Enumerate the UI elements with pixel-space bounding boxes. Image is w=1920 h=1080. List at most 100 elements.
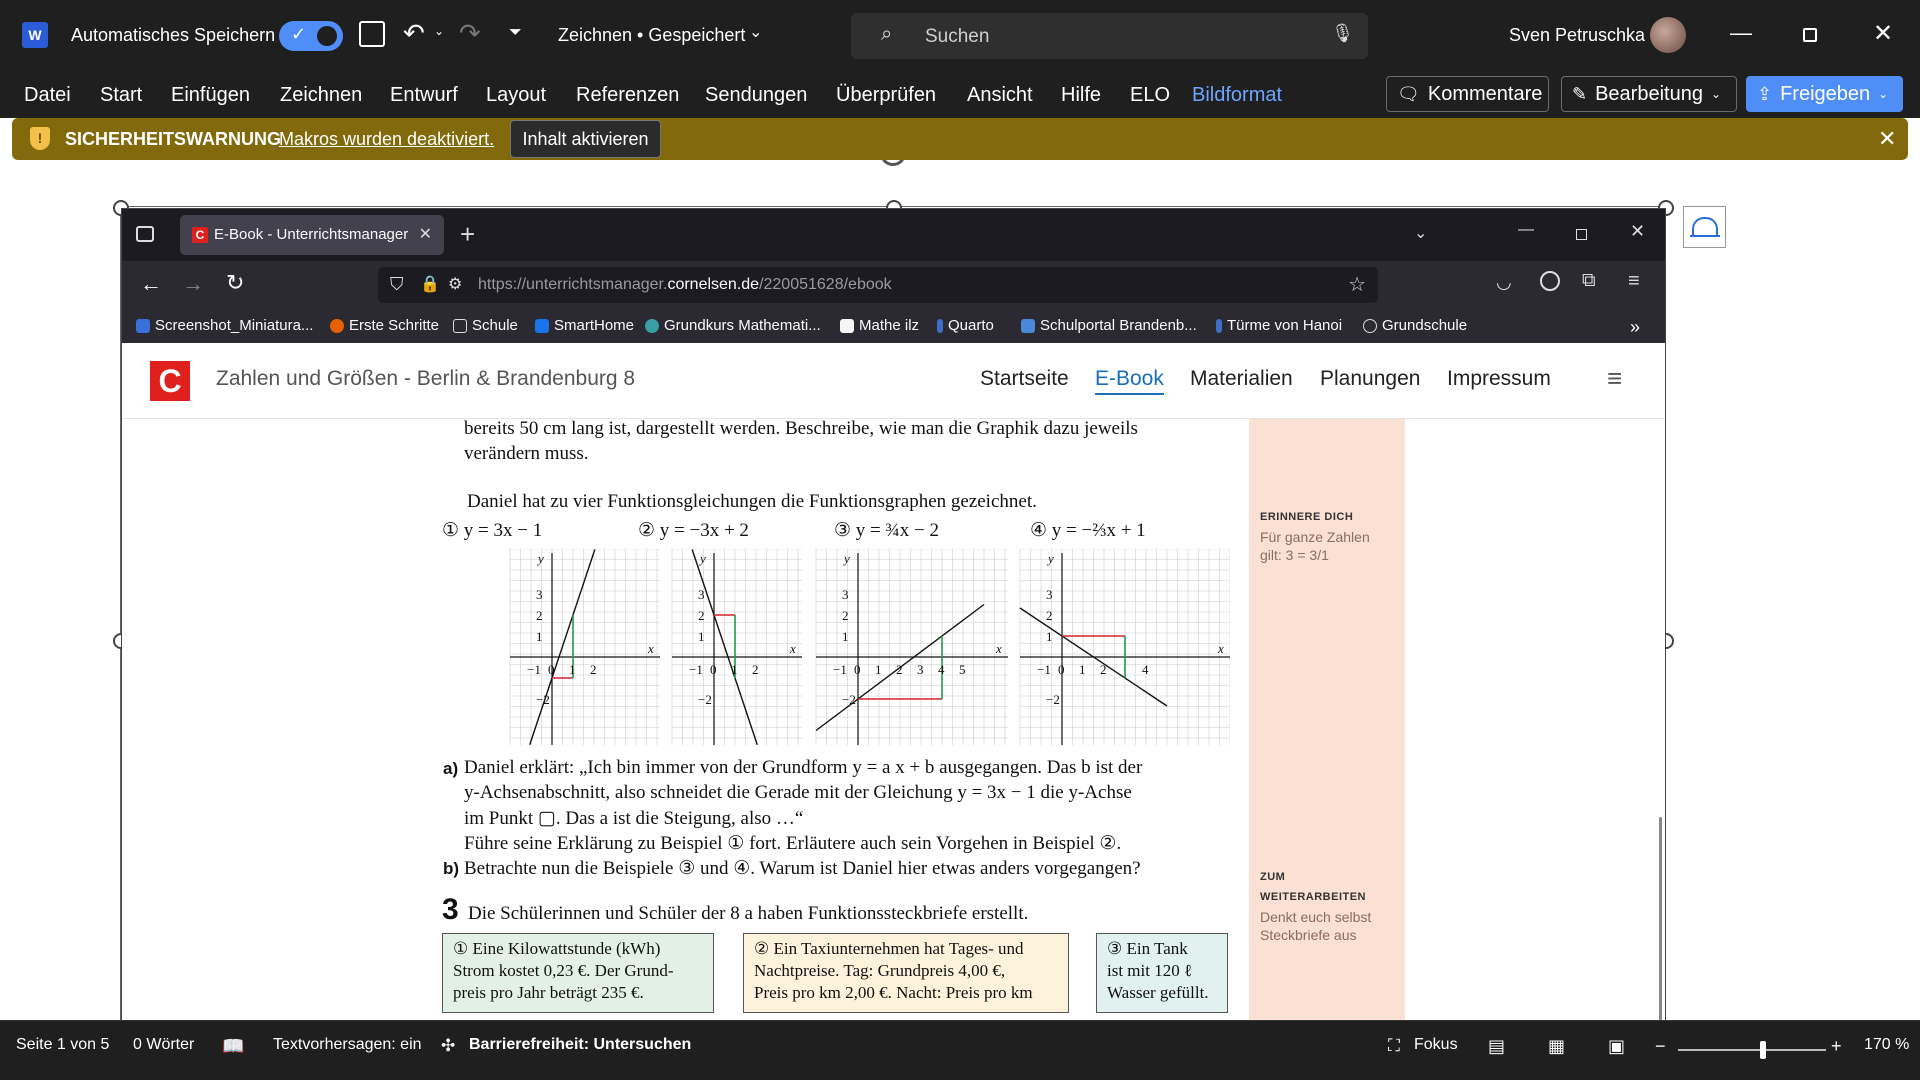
tab-start[interactable]: Start xyxy=(100,84,142,107)
tab-hilfe[interactable]: Hilfe xyxy=(1061,84,1101,107)
macros-disabled-link[interactable]: Makros wurden deaktiviert. xyxy=(279,129,494,150)
read-mode-icon[interactable]: ▤ xyxy=(1488,1036,1505,1057)
hamburger-menu-icon[interactable]: ≡ xyxy=(1607,363,1622,394)
zoom-slider-thumb[interactable] xyxy=(1760,1041,1766,1059)
microphone-icon[interactable]: 🎙 xyxy=(1331,23,1354,44)
web-layout-icon[interactable]: ▣ xyxy=(1608,1036,1625,1057)
restore-icon[interactable] xyxy=(1576,229,1587,240)
list-tabs-icon[interactable]: ⌄ xyxy=(1414,223,1427,243)
bookmark-item[interactable]: Grundschule xyxy=(1363,317,1467,334)
read-aloud-icon[interactable]: 📖 xyxy=(222,1036,244,1057)
tab-ueberpruefen[interactable]: Überprüfen xyxy=(836,84,936,107)
menu-icon[interactable]: ≡ xyxy=(1628,270,1640,293)
page-count[interactable]: Seite 1 von 5 xyxy=(16,1036,109,1054)
rotate-handle[interactable] xyxy=(880,160,906,166)
share-button[interactable]: ⇪ Freigeben ⌄ xyxy=(1746,76,1903,112)
word-app-icon[interactable]: W xyxy=(22,22,48,48)
customize-icon[interactable]: ⏷ xyxy=(509,24,522,42)
minimize-icon[interactable]: — xyxy=(1518,221,1534,239)
nav-impressum[interactable]: Impressum xyxy=(1447,367,1551,391)
browser-tab[interactable]: C E-Book - Unterrichtsmanager ✕ xyxy=(180,215,444,255)
close-icon[interactable]: ✕ xyxy=(1878,126,1896,152)
bookmark-item[interactable]: Türme von Hanoi xyxy=(1216,317,1342,334)
y-tick-label: 3 xyxy=(1046,587,1053,602)
document-title[interactable]: Zeichnen • Gespeichert xyxy=(558,25,745,46)
autosave-toggle[interactable]: ✓ xyxy=(279,21,343,51)
permissions-icon[interactable]: ⚙ xyxy=(448,274,462,294)
tab-zeichnen[interactable]: Zeichnen xyxy=(280,84,362,107)
bookmark-item[interactable]: Schulportal Brandenb... xyxy=(1021,317,1197,334)
zoom-slider[interactable] xyxy=(1678,1041,1826,1059)
nav-materialien[interactable]: Materialien xyxy=(1190,367,1293,391)
tab-einfuegen[interactable]: Einfügen xyxy=(171,84,250,107)
zoom-in-icon[interactable]: + xyxy=(1831,1036,1842,1057)
text-predictions[interactable]: Textvorhersagen: ein xyxy=(273,1036,422,1054)
extensions-icon[interactable]: ⧉ xyxy=(1582,270,1596,292)
chevron-down-icon[interactable]: ⌄ xyxy=(749,22,762,42)
avatar[interactable] xyxy=(1650,17,1686,53)
more-bookmarks-icon[interactable]: » xyxy=(1630,317,1640,338)
search-input[interactable]: Suchen xyxy=(925,26,989,48)
comments-button[interactable]: 🗨 Kommentare xyxy=(1386,76,1549,112)
bookmark-item[interactable]: Quarto xyxy=(937,317,994,334)
url-bar[interactable]: ⛉ 🔒 ⚙ https://unterrichtsmanager.cornels… xyxy=(378,267,1378,303)
tab-bildformat[interactable]: Bildformat xyxy=(1192,84,1282,107)
tab-datei[interactable]: Datei xyxy=(24,84,71,107)
restore-icon[interactable] xyxy=(1803,28,1817,42)
word-count[interactable]: 0 Wörter xyxy=(133,1036,194,1054)
scrollbar-thumb[interactable] xyxy=(1659,817,1662,1020)
editing-button[interactable]: ✎ Bearbeitung ⌄ xyxy=(1561,76,1737,112)
bookmark-item[interactable]: Grundkurs Mathemati... xyxy=(645,317,821,334)
bookmark-star-icon[interactable]: ☆ xyxy=(1348,272,1366,297)
profile-card-2: ② Ein Taxiunternehmen hat Tages- und Nac… xyxy=(743,933,1069,1013)
forward-icon[interactable]: → xyxy=(182,271,204,297)
focus-mode[interactable]: Fokus xyxy=(1414,1036,1458,1054)
tab-layout[interactable]: Layout xyxy=(486,84,546,107)
close-tab-icon[interactable]: ✕ xyxy=(419,224,432,244)
tab-overview-icon[interactable] xyxy=(136,226,154,242)
layout-options-icon[interactable] xyxy=(1683,206,1726,248)
close-icon[interactable]: ✕ xyxy=(1873,19,1893,48)
focus-icon[interactable]: ⛶ xyxy=(1388,1036,1400,1056)
user-name[interactable]: Sven Petruschka xyxy=(1509,25,1645,46)
chevron-down-icon[interactable]: ⌄ xyxy=(434,24,444,38)
undo-icon[interactable]: ↶ xyxy=(403,18,425,49)
bookmark-item[interactable]: Screenshot_Miniatura... xyxy=(136,317,313,334)
minimize-icon[interactable]: — xyxy=(1730,20,1752,46)
x-tick-label: 1 xyxy=(569,662,576,677)
tab-entwurf[interactable]: Entwurf xyxy=(390,84,458,107)
tab-elo[interactable]: ELO xyxy=(1130,84,1170,107)
x-tick-label: 0 xyxy=(854,662,861,677)
nav-planungen[interactable]: Planungen xyxy=(1320,367,1420,391)
cornelsen-logo[interactable]: C xyxy=(150,361,190,401)
bookmark-item[interactable]: Erste Schritte xyxy=(330,317,439,334)
shield-icon[interactable]: ⛉ xyxy=(390,274,404,295)
bookmark-item[interactable]: Mathe ilz xyxy=(840,317,919,334)
bookmark-item[interactable]: SmartHome xyxy=(535,317,634,334)
back-icon[interactable]: ← xyxy=(140,271,162,297)
pocket-icon[interactable]: ◡ xyxy=(1496,272,1512,293)
search-box[interactable]: ⌕ Suchen 🎙 xyxy=(851,13,1368,59)
accessibility-status[interactable]: Barrierefreiheit: Untersuchen xyxy=(469,1036,691,1054)
card-text: ist mit 120 ℓ xyxy=(1107,961,1193,980)
search-icon: ⌕ xyxy=(881,23,893,45)
save-icon[interactable] xyxy=(359,21,385,47)
tab-referenzen[interactable]: Referenzen xyxy=(576,84,679,107)
close-icon[interactable]: ✕ xyxy=(1630,221,1645,242)
account-icon[interactable] xyxy=(1540,271,1560,291)
nav-startseite[interactable]: Startseite xyxy=(980,367,1069,391)
lock-icon[interactable]: 🔒 xyxy=(420,274,440,294)
zoom-out-icon[interactable]: − xyxy=(1655,1036,1666,1057)
new-tab-icon[interactable]: + xyxy=(460,219,475,250)
tab-sendungen[interactable]: Sendungen xyxy=(705,84,807,107)
url-text[interactable]: https://unterrichtsmanager.cornelsen.de/… xyxy=(478,276,892,294)
enable-content-button[interactable]: Inhalt aktivieren xyxy=(510,120,661,158)
bookmark-item[interactable]: Schule xyxy=(453,317,518,334)
zoom-level[interactable]: 170 % xyxy=(1864,1036,1909,1054)
tab-ansicht[interactable]: Ansicht xyxy=(967,84,1033,107)
y-tick-label: −2 xyxy=(842,692,856,707)
print-layout-icon[interactable]: ▦ xyxy=(1548,1036,1565,1057)
reload-icon[interactable]: ↻ xyxy=(226,270,244,296)
redo-icon[interactable]: ↷ xyxy=(459,18,481,49)
nav-ebook[interactable]: E-Book xyxy=(1095,367,1164,395)
